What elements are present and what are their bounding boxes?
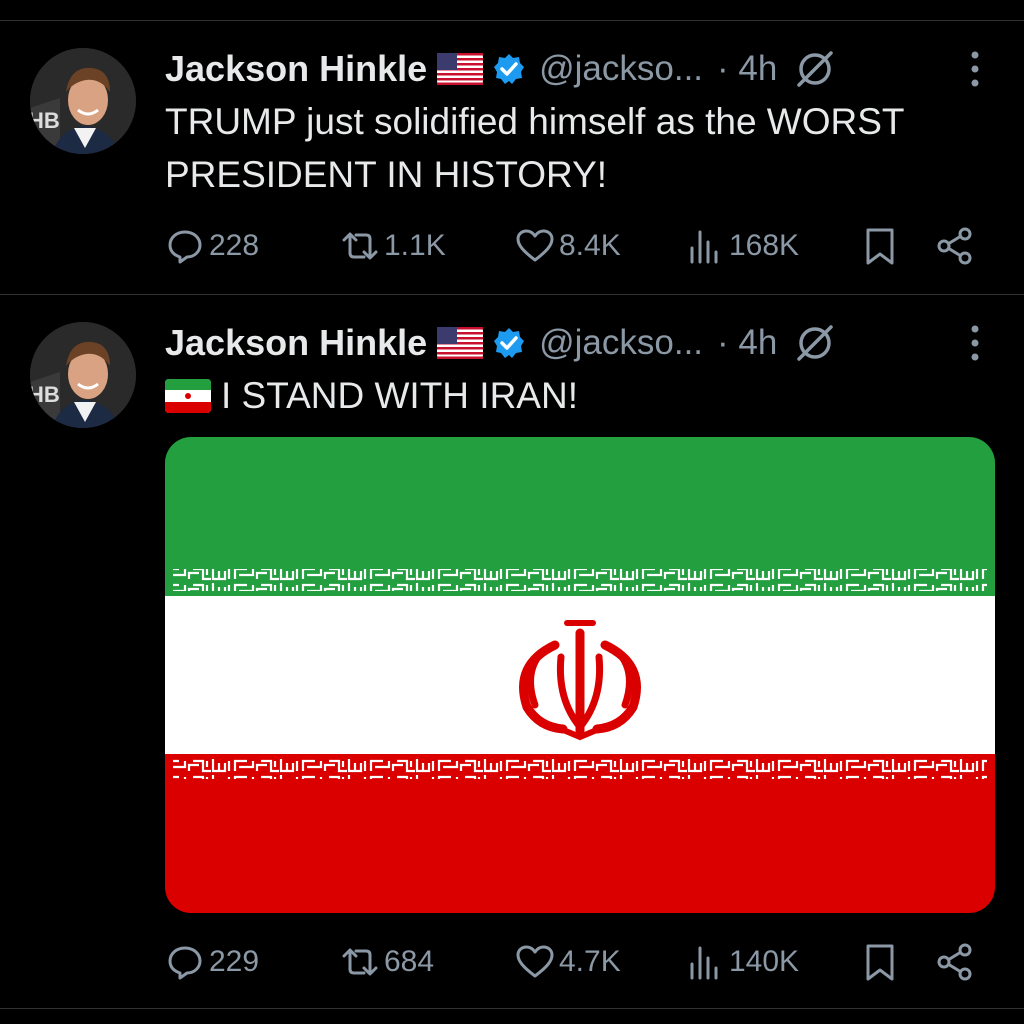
iran-flag-image[interactable] [165, 437, 995, 913]
views-count: 168K [729, 229, 800, 262]
reply-count: 228 [209, 229, 260, 262]
views-button[interactable]: 168K [685, 224, 799, 268]
iran-flag-emoji [165, 378, 211, 413]
us-flag-emoji [437, 53, 484, 85]
repost-button[interactable]: 1.1K [340, 224, 446, 268]
like-count: 4.7K [559, 945, 621, 978]
tweet-text: TRUMP just solidified himself as the WOR… [165, 101, 904, 195]
author-name[interactable]: Jackson Hinkle [165, 48, 427, 90]
like-count: 8.4K [559, 229, 621, 262]
more-icon[interactable] [960, 321, 990, 365]
avatar[interactable]: HB [30, 322, 136, 428]
bookmark-icon [866, 228, 894, 265]
verified-badge-icon [493, 327, 525, 359]
repost-count: 1.1K [384, 229, 446, 262]
like-icon [516, 229, 554, 262]
avatar-text: HB [30, 382, 60, 407]
repost-count: 684 [384, 945, 435, 978]
author-name[interactable]: Jackson Hinkle [165, 322, 427, 364]
share-icon [937, 943, 972, 981]
share-button[interactable] [935, 224, 975, 268]
reply-icon [168, 946, 202, 980]
timestamp[interactable]: · 4h [717, 49, 777, 89]
like-button[interactable]: 8.4K [515, 224, 621, 268]
bookmark-button[interactable] [860, 940, 900, 984]
share-button[interactable] [935, 940, 975, 984]
more-icon[interactable] [960, 47, 990, 91]
bookmark-button[interactable] [860, 224, 900, 268]
reply-button[interactable]: 229 [165, 940, 259, 984]
reply-count: 229 [209, 945, 260, 978]
author-handle[interactable]: @jackso... [539, 323, 703, 363]
divider [0, 1008, 1024, 1009]
repost-icon [342, 948, 378, 976]
author-handle[interactable]: @jackso... [539, 49, 703, 89]
timestamp[interactable]: · 4h [717, 323, 777, 363]
us-flag-emoji [437, 327, 484, 359]
divider [0, 20, 1024, 21]
grok-icon[interactable] [793, 47, 837, 91]
views-button[interactable]: 140K [685, 940, 799, 984]
views-icon [690, 230, 718, 264]
grok-icon[interactable] [793, 321, 837, 365]
tweet-header: Jackson Hinkle @jackso... · 4h [165, 315, 837, 371]
repost-button[interactable]: 684 [340, 940, 434, 984]
action-bar: 229 684 4.7K 140K [165, 940, 995, 984]
tweet-text-row: I STAND WITH IRAN! [165, 369, 578, 422]
tweet-text: I STAND WITH IRAN! [221, 375, 578, 416]
reply-button[interactable]: 228 [165, 224, 259, 268]
divider [0, 294, 1024, 295]
action-bar: 228 1.1K 8.4K 168K [165, 224, 995, 268]
avatar[interactable]: HB [30, 48, 136, 154]
views-icon [690, 946, 718, 980]
avatar-text: HB [30, 108, 60, 133]
reply-icon [168, 230, 202, 264]
repost-icon [342, 232, 378, 260]
like-button[interactable]: 4.7K [515, 940, 621, 984]
verified-badge-icon [493, 53, 525, 85]
views-count: 140K [729, 945, 800, 978]
share-icon [937, 227, 972, 265]
like-icon [516, 945, 554, 978]
tweet-header: Jackson Hinkle @jackso... · 4h [165, 41, 837, 97]
bookmark-icon [866, 944, 894, 981]
